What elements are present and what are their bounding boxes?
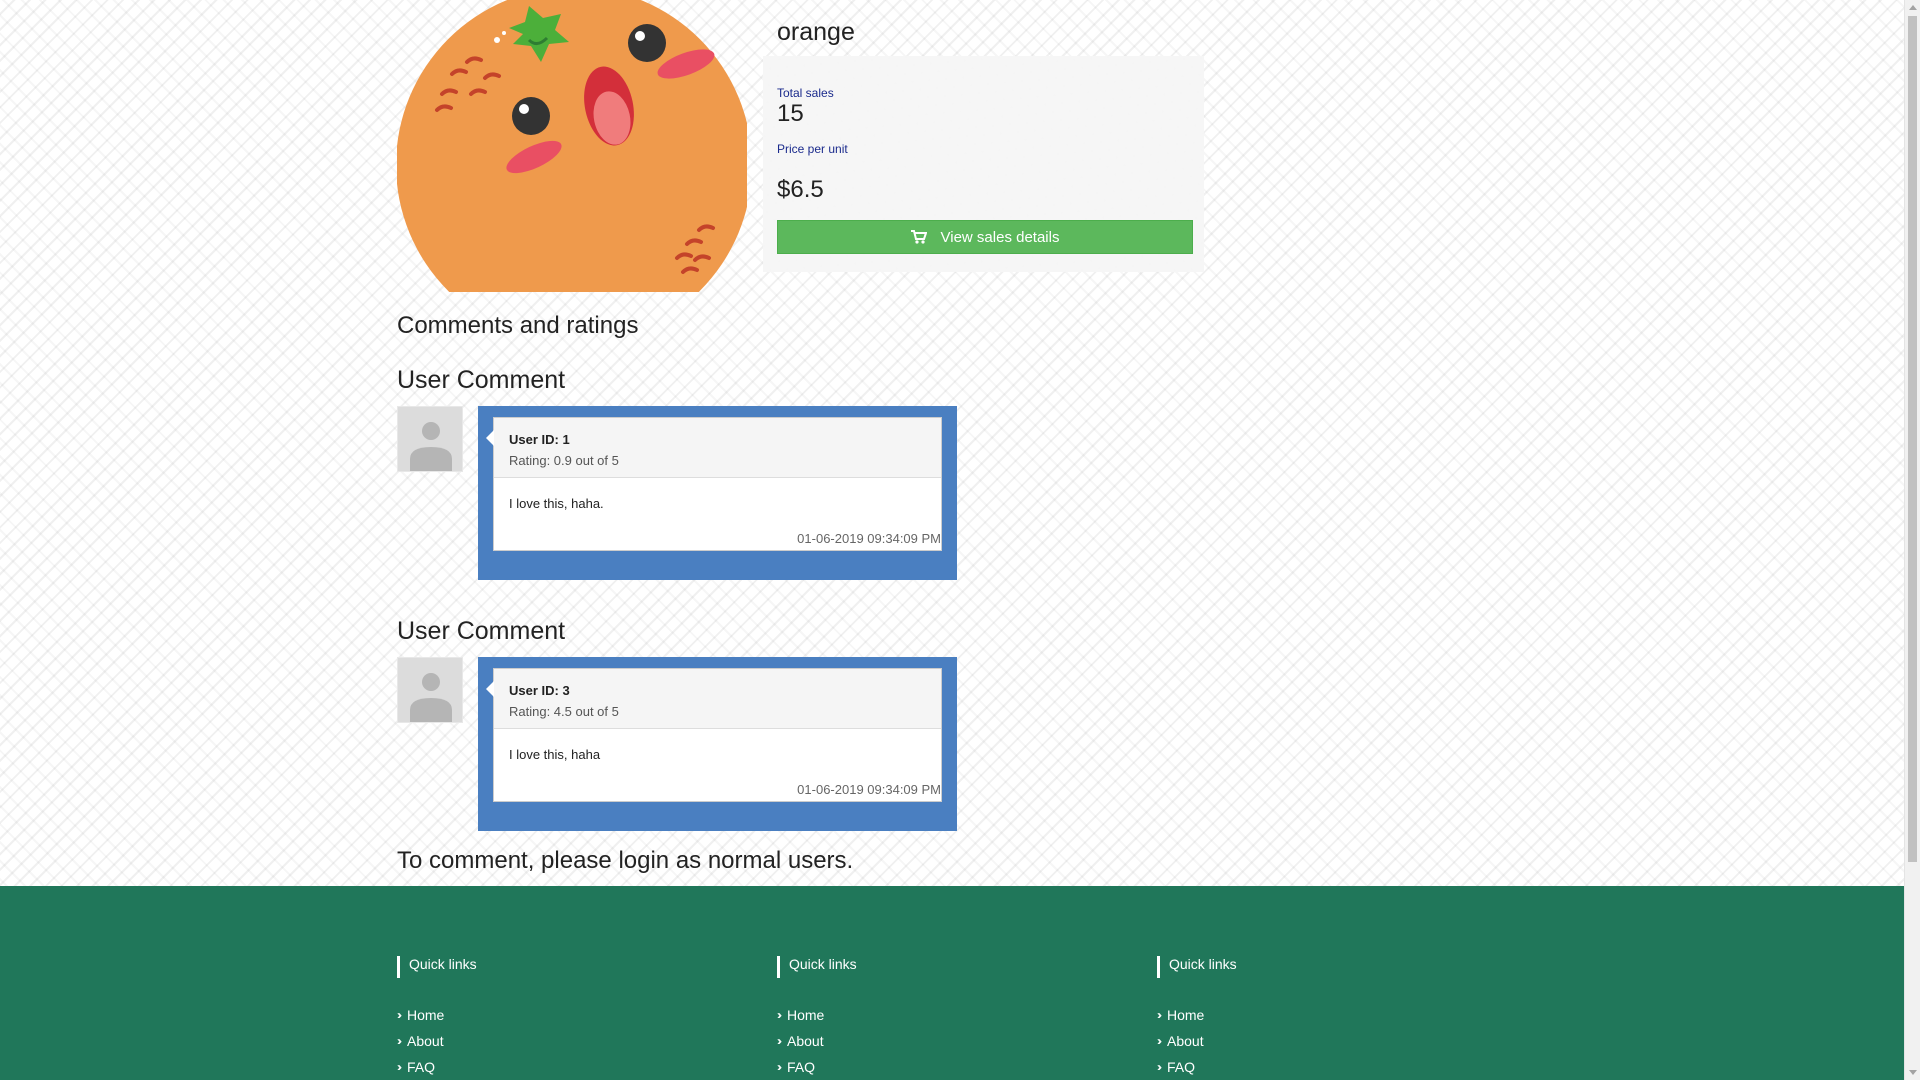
view-sales-details-label: View sales details — [940, 228, 1060, 246]
scrollbar-thumb[interactable] — [1908, 16, 1917, 862]
product-info-panel: Total sales 15 Price per unit $6.5 View … — [763, 56, 1204, 272]
double-chevron-right-icon: ›› — [397, 1060, 402, 1074]
card-pointer — [486, 681, 494, 697]
double-chevron-right-icon: ›› — [777, 1034, 782, 1048]
footer-column-title: Quick links — [777, 956, 1077, 978]
double-chevron-right-icon: ›› — [777, 1008, 782, 1022]
comment-user-id: User ID: 1 — [509, 432, 570, 447]
scroll-down-arrow-icon[interactable] — [1909, 1070, 1917, 1075]
card-pointer — [486, 430, 494, 446]
footer-link-home[interactable]: ›› Home — [777, 1002, 1077, 1028]
footer-links: ›› Home ›› About ›› FAQ — [777, 1002, 1077, 1080]
comment-user-id: User ID: 3 — [509, 683, 570, 698]
footer-link-label: FAQ — [1167, 1059, 1196, 1075]
comment-item: User Comment User ID: 3 Rating: 4.5 out … — [397, 617, 957, 831]
double-chevron-right-icon: ›› — [1157, 1008, 1162, 1022]
footer-link-label: About — [1167, 1033, 1204, 1049]
footer-link-home[interactable]: ›› Home — [1157, 1002, 1457, 1028]
double-chevron-right-icon: ›› — [397, 1034, 402, 1048]
footer-link-label: About — [787, 1033, 824, 1049]
footer-link-about[interactable]: ›› About — [397, 1028, 697, 1054]
total-sales-label: Total sales — [777, 86, 834, 100]
comment-timestamp: 01-06-2019 09:34:09 PM — [797, 531, 941, 546]
footer-link-faq[interactable]: ›› FAQ — [777, 1054, 1077, 1080]
view-sales-details-button[interactable]: View sales details — [777, 220, 1193, 254]
footer-link-faq[interactable]: ›› FAQ — [1157, 1054, 1457, 1080]
footer-column-title: Quick links — [1157, 956, 1457, 978]
footer-link-home[interactable]: ›› Home — [397, 1002, 697, 1028]
comment-card: User ID: 3 Rating: 4.5 out of 5 I love t… — [486, 668, 942, 802]
comment-item: User Comment User ID: 1 Rating: 0.9 out … — [397, 366, 957, 580]
comment-box: User ID: 3 Rating: 4.5 out of 5 I love t… — [478, 657, 957, 831]
product-title: orange — [777, 18, 855, 46]
footer-link-faq[interactable]: ›› FAQ — [397, 1054, 697, 1080]
user-placeholder-icon — [410, 422, 452, 471]
double-chevron-right-icon: ›› — [397, 1008, 402, 1022]
footer-link-label: About — [407, 1033, 444, 1049]
user-placeholder-icon — [410, 673, 452, 722]
product-image — [397, 0, 747, 292]
footer-link-label: Home — [1167, 1007, 1205, 1023]
comment-heading: User Comment — [397, 617, 566, 645]
shopping-cart-icon — [910, 230, 927, 244]
vertical-scrollbar[interactable] — [1904, 0, 1920, 1080]
footer-link-label: FAQ — [407, 1059, 436, 1075]
site-footer: Quick links ›› Home ›› About ›› FAQ Quick l… — [0, 886, 1904, 1080]
user-avatar — [397, 657, 463, 723]
double-chevron-right-icon: ›› — [1157, 1060, 1162, 1074]
login-to-comment-note: To comment, please login as normal users… — [397, 847, 854, 874]
comment-card-header: User ID: 1 Rating: 0.9 out of 5 — [494, 418, 941, 478]
footer-link-about[interactable]: ›› About — [777, 1028, 1077, 1054]
comment-rating: Rating: 4.5 out of 5 — [509, 704, 619, 719]
footer-column: Quick links ›› Home ›› About ›› FAQ — [1157, 956, 1457, 1080]
double-chevron-right-icon: ›› — [777, 1060, 782, 1074]
comment-timestamp: 01-06-2019 09:34:09 PM — [797, 782, 941, 797]
footer-link-label: Home — [407, 1007, 445, 1023]
footer-link-label: Home — [787, 1007, 825, 1023]
footer-column: Quick links ›› Home ›› About ›› FAQ — [397, 956, 697, 1080]
footer-column: Quick links ›› Home ›› About ›› FAQ — [777, 956, 1077, 1080]
double-chevron-right-icon: ›› — [1157, 1034, 1162, 1048]
total-sales-value: 15 — [777, 100, 804, 127]
footer-links: ›› Home ›› About ›› FAQ — [1157, 1002, 1457, 1080]
user-avatar — [397, 406, 463, 472]
comment-card: User ID: 1 Rating: 0.9 out of 5 I love t… — [486, 417, 942, 551]
comment-text: I love this, haha. — [509, 496, 604, 511]
comment-card-header: User ID: 3 Rating: 4.5 out of 5 — [494, 669, 941, 729]
price-value: $6.5 — [777, 176, 824, 203]
comment-rating: Rating: 0.9 out of 5 — [509, 453, 619, 468]
comment-text: I love this, haha — [509, 747, 601, 762]
comment-heading: User Comment — [397, 366, 566, 394]
footer-links: ›› Home ›› About ›› FAQ — [397, 1002, 697, 1080]
comments-section-heading: Comments and ratings — [397, 312, 639, 339]
price-label: Price per unit — [777, 142, 848, 156]
footer-link-label: FAQ — [787, 1059, 816, 1075]
footer-column-title: Quick links — [397, 956, 697, 978]
scroll-up-arrow-icon[interactable] — [1909, 5, 1917, 10]
footer-link-about[interactable]: ›› About — [1157, 1028, 1457, 1054]
comment-box: User ID: 1 Rating: 0.9 out of 5 I love t… — [478, 406, 957, 580]
